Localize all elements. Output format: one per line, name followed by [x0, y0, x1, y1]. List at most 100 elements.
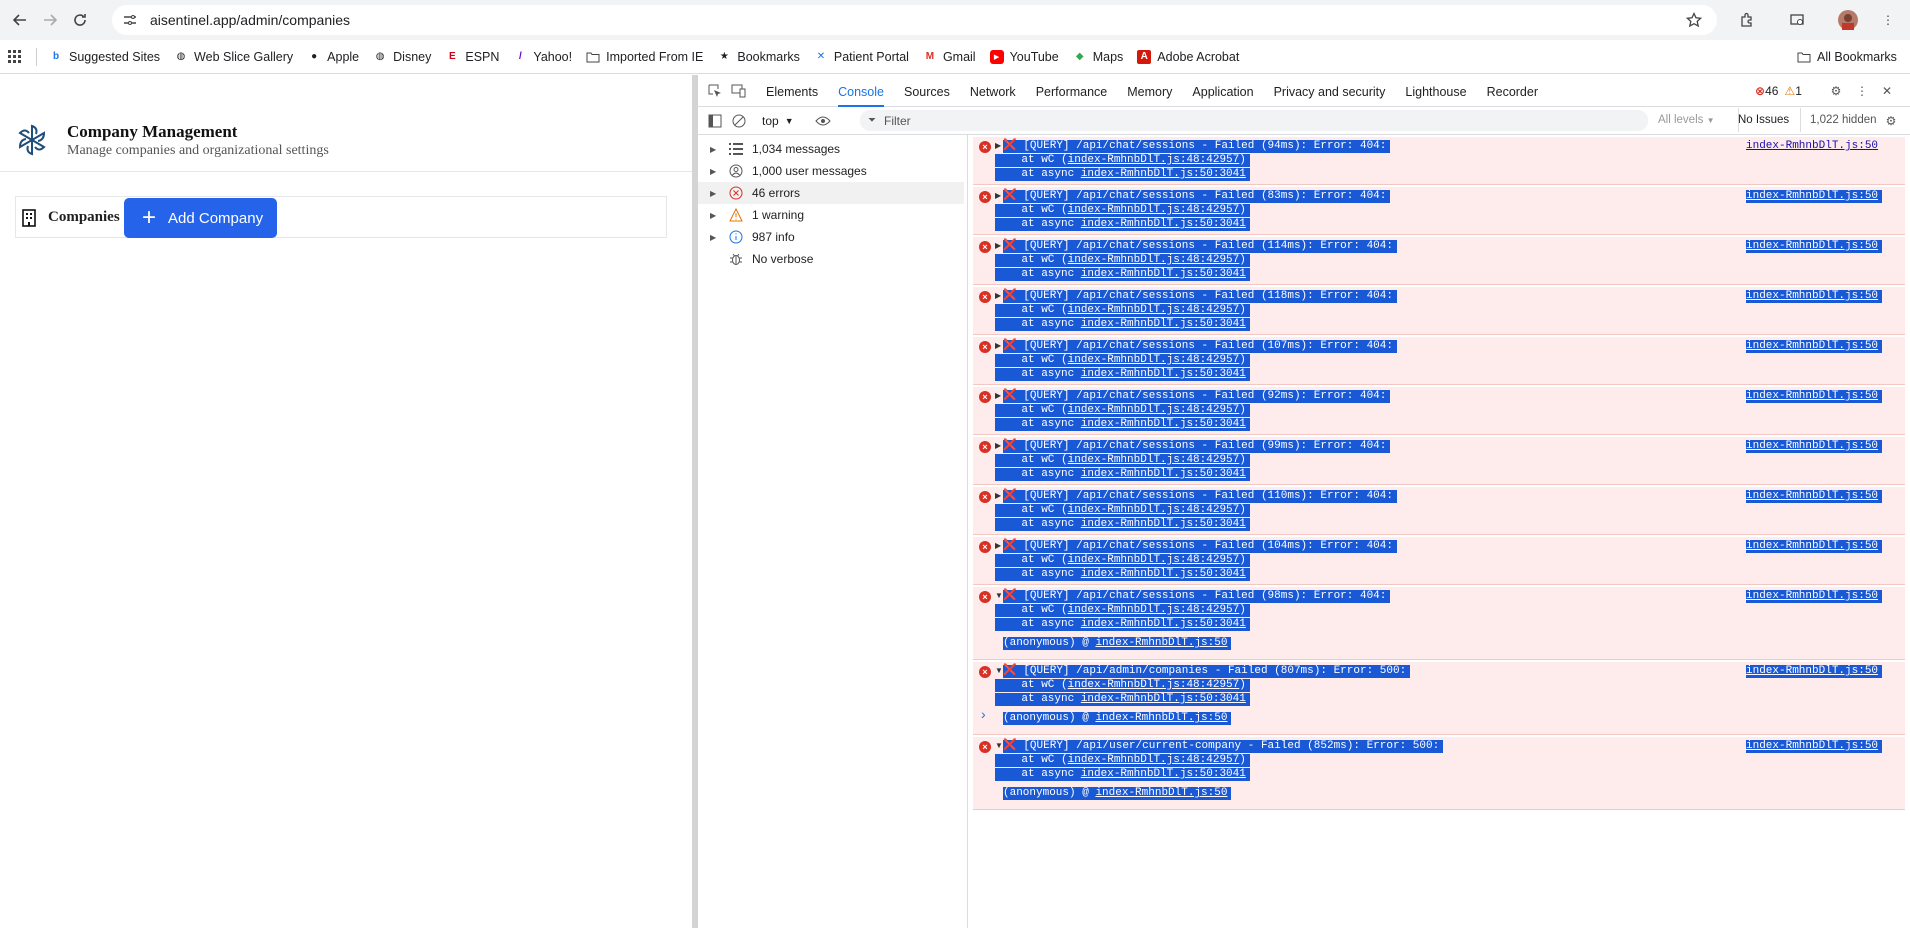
- console-error-entry[interactable]: × ▶ ❌ [QUERY] /api/chat/sessions - Failed …: [973, 137, 1905, 185]
- console-error-entry[interactable]: × ▶ ❌ [QUERY] /api/chat/sessions - Failed …: [973, 187, 1905, 235]
- expand-arrow-icon[interactable]: ▶: [995, 391, 1001, 400]
- tab-lighthouse[interactable]: Lighthouse: [1405, 75, 1466, 107]
- expand-arrow-icon[interactable]: ▶: [995, 491, 1001, 500]
- address-bar[interactable]: aisentinel.app/admin/companies: [112, 5, 1717, 35]
- stack-link[interactable]: index-RmhnbDlT.js:50:3041: [1081, 418, 1246, 430]
- console-error-entry[interactable]: × ▶ ❌ [QUERY] /api/chat/sessions - Failed …: [973, 387, 1905, 435]
- stack-link[interactable]: index-RmhnbDlT.js:48:42957: [1068, 304, 1240, 316]
- source-link[interactable]: index-RmhnbDlT.js:50: [1746, 665, 1883, 678]
- settings-gear-icon[interactable]: ⚙: [1827, 82, 1845, 100]
- collapse-arrow-icon[interactable]: ▼: [995, 591, 1003, 600]
- bookmark-disney[interactable]: ◍ Disney: [373, 50, 432, 64]
- console-prompt[interactable]: ›: [981, 706, 986, 722]
- profile-avatar[interactable]: [1838, 10, 1858, 30]
- stack-link[interactable]: index-RmhnbDlT.js:50:3041: [1081, 268, 1246, 280]
- add-company-button[interactable]: + Add Company: [124, 198, 277, 238]
- stack-link[interactable]: index-RmhnbDlT.js:48:42957: [1068, 354, 1240, 366]
- bookmark-maps[interactable]: ◆ Maps: [1073, 50, 1123, 64]
- stack-link[interactable]: index-RmhnbDlT.js:48:42957: [1068, 454, 1240, 466]
- device-toolbar-icon[interactable]: [730, 82, 748, 100]
- stack-link[interactable]: index-RmhnbDlT.js:48:42957: [1068, 254, 1240, 266]
- stack-link[interactable]: index-RmhnbDlT.js:50: [1095, 787, 1227, 799]
- stack-link[interactable]: index-RmhnbDlT.js:50:3041: [1081, 168, 1246, 180]
- error-warning-counter[interactable]: ⊗ 46 ⚠ 1: [1755, 84, 1802, 98]
- source-link[interactable]: index-RmhnbDlT.js:50: [1746, 740, 1883, 753]
- sidebar-item-messages[interactable]: ▶ 1,034 messages: [698, 138, 964, 160]
- source-link[interactable]: index-RmhnbDlT.js:50: [1746, 540, 1883, 553]
- browser-menu-icon[interactable]: ⋮: [1878, 10, 1898, 30]
- source-link[interactable]: index-RmhnbDlT.js:50: [1746, 340, 1883, 353]
- stack-link[interactable]: index-RmhnbDlT.js:50:3041: [1081, 468, 1246, 480]
- source-link[interactable]: index-RmhnbDlT.js:50: [1746, 490, 1883, 503]
- stack-link[interactable]: index-RmhnbDlT.js:48:42957: [1068, 154, 1240, 166]
- stack-link[interactable]: index-RmhnbDlT.js:48:42957: [1068, 554, 1240, 566]
- source-link[interactable]: index-RmhnbDlT.js:50: [1746, 440, 1883, 453]
- cast-icon[interactable]: [1787, 10, 1807, 30]
- bookmark-star-icon[interactable]: [1685, 11, 1703, 31]
- forward-icon[interactable]: [40, 10, 60, 30]
- all-bookmarks[interactable]: All Bookmarks: [1797, 50, 1897, 64]
- stack-link[interactable]: index-RmhnbDlT.js:50:3041: [1081, 693, 1246, 705]
- source-link[interactable]: index-RmhnbDlT.js:50: [1746, 390, 1883, 403]
- source-link[interactable]: index-RmhnbDlT.js:50: [1746, 240, 1883, 253]
- stack-link[interactable]: index-RmhnbDlT.js:48:42957: [1068, 754, 1240, 766]
- expand-arrow-icon[interactable]: ▶: [995, 191, 1001, 200]
- console-error-entry[interactable]: × ▼ ❌ [QUERY] /api/admin/companies - Faile…: [973, 662, 1905, 735]
- console-error-entry[interactable]: × ▶ ❌ [QUERY] /api/chat/sessions - Failed …: [973, 487, 1905, 535]
- live-expression-eye-icon[interactable]: [814, 112, 832, 130]
- bookmark-apple[interactable]: ● Apple: [307, 50, 359, 64]
- sidebar-item-verbose[interactable]: No verbose: [698, 248, 964, 270]
- tab-performance[interactable]: Performance: [1036, 75, 1108, 107]
- back-icon[interactable]: [10, 10, 30, 30]
- clear-console-icon[interactable]: [730, 112, 748, 130]
- extensions-icon[interactable]: [1737, 10, 1757, 30]
- source-link[interactable]: index-RmhnbDlT.js:50: [1746, 140, 1878, 153]
- console-error-entry[interactable]: × ▶ ❌ [QUERY] /api/chat/sessions - Failed …: [973, 537, 1905, 585]
- console-error-entry[interactable]: × ▼ ❌ [QUERY] /api/chat/sessions - Failed …: [973, 587, 1905, 660]
- sidebar-item-user-messages[interactable]: ▶ 1,000 user messages: [698, 160, 964, 182]
- source-link[interactable]: index-RmhnbDlT.js:50: [1746, 590, 1883, 603]
- expand-arrow-icon[interactable]: ▶: [995, 241, 1001, 250]
- expand-arrow-icon[interactable]: ▶: [995, 341, 1001, 350]
- tab-recorder[interactable]: Recorder: [1487, 75, 1538, 107]
- bookmark-adobe-acrobat[interactable]: A Adobe Acrobat: [1137, 49, 1239, 64]
- expand-arrow-icon[interactable]: ▶: [995, 141, 1001, 150]
- stack-link[interactable]: index-RmhnbDlT.js:50:3041: [1081, 568, 1246, 580]
- log-levels-dropdown[interactable]: All levels ▼: [1658, 114, 1715, 126]
- stack-link[interactable]: index-RmhnbDlT.js:48:42957: [1068, 679, 1240, 691]
- stack-link[interactable]: index-RmhnbDlT.js:50:3041: [1081, 518, 1246, 530]
- tab-console[interactable]: Console: [838, 75, 884, 107]
- expand-arrow-icon[interactable]: ▶: [995, 541, 1001, 550]
- collapse-arrow-icon[interactable]: ▼: [995, 741, 1003, 750]
- expand-arrow-icon[interactable]: ▶: [995, 291, 1001, 300]
- console-settings-gear-icon[interactable]: ⚙: [1882, 112, 1900, 130]
- console-error-entry[interactable]: × ▶ ❌ [QUERY] /api/chat/sessions - Failed …: [973, 337, 1905, 385]
- bookmark-web-slice-gallery[interactable]: ◍ Web Slice Gallery: [174, 50, 293, 64]
- site-info-icon[interactable]: [122, 12, 138, 28]
- inspect-element-icon[interactable]: [706, 82, 724, 100]
- bookmark-patient-portal[interactable]: ✕ Patient Portal: [814, 50, 909, 64]
- bookmark-youtube[interactable]: ▶ YouTube: [989, 49, 1059, 64]
- context-selector[interactable]: top ▼: [762, 114, 794, 128]
- stack-link[interactable]: index-RmhnbDlT.js:48:42957: [1068, 404, 1240, 416]
- tab-network[interactable]: Network: [970, 75, 1016, 107]
- tab-memory[interactable]: Memory: [1127, 75, 1172, 107]
- stack-link[interactable]: index-RmhnbDlT.js:50:3041: [1081, 318, 1246, 330]
- bookmark-bookmarks[interactable]: ★ Bookmarks: [717, 50, 800, 64]
- bookmark-yahoo[interactable]: / Yahoo!: [513, 50, 572, 64]
- collapse-arrow-icon[interactable]: ▼: [995, 666, 1003, 675]
- sidebar-item-warnings[interactable]: ▶ 1 warning: [698, 204, 964, 226]
- tab-privacy-security[interactable]: Privacy and security: [1274, 75, 1386, 107]
- close-icon[interactable]: ✕: [1878, 82, 1896, 100]
- stack-link[interactable]: index-RmhnbDlT.js:50:3041: [1081, 368, 1246, 380]
- stack-link[interactable]: index-RmhnbDlT.js:48:42957: [1068, 504, 1240, 516]
- devtools-menu-icon[interactable]: ⋮: [1853, 82, 1871, 100]
- bookmark-gmail[interactable]: M Gmail: [923, 50, 976, 64]
- tab-sources[interactable]: Sources: [904, 75, 950, 107]
- issues-counter[interactable]: No Issues: [1738, 114, 1789, 126]
- stack-link[interactable]: index-RmhnbDlT.js:50:3041: [1081, 618, 1246, 630]
- console-error-entry[interactable]: × ▶ ❌ [QUERY] /api/chat/sessions - Failed …: [973, 287, 1905, 335]
- console-error-entry[interactable]: × ▼ ❌ [QUERY] /api/user/current-company - …: [973, 737, 1905, 810]
- bookmark-imported-from-ie[interactable]: Imported From IE: [586, 50, 703, 64]
- bookmark-suggested-sites[interactable]: b Suggested Sites: [49, 50, 160, 64]
